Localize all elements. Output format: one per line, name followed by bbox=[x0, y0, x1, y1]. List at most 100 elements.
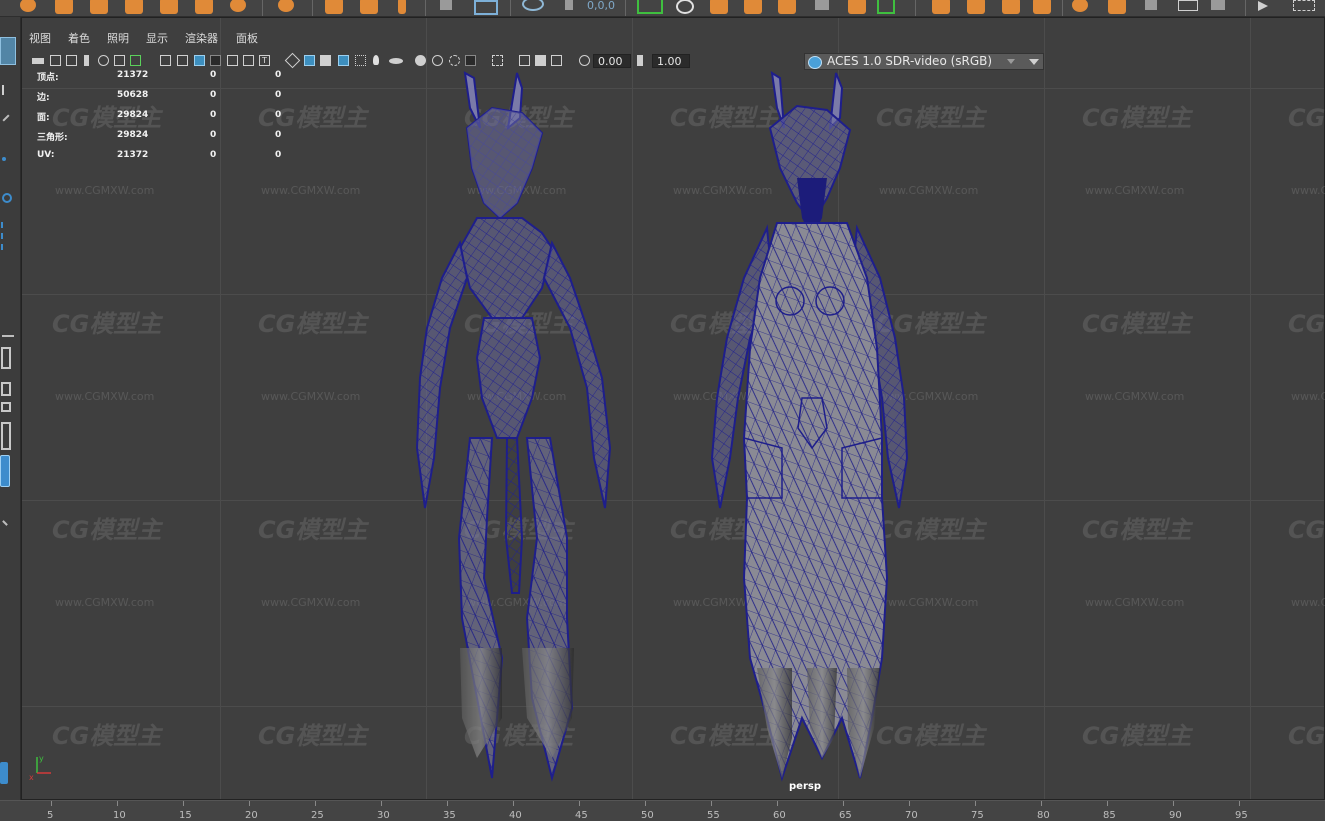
persp-layout-icon[interactable] bbox=[0, 455, 10, 487]
timeline-tick-mark bbox=[117, 801, 118, 806]
torus-icon[interactable] bbox=[160, 0, 178, 14]
timeline-tick-mark bbox=[381, 801, 382, 806]
sphere-icon[interactable] bbox=[20, 0, 36, 12]
axis-x-label: x bbox=[29, 773, 34, 782]
grid-icon[interactable] bbox=[815, 0, 829, 10]
timeline-tick-label: 90 bbox=[1169, 810, 1182, 821]
fill-hole-icon[interactable] bbox=[744, 0, 762, 14]
axis-y-label: y bbox=[39, 754, 44, 763]
bevel-icon[interactable] bbox=[398, 0, 406, 14]
cube-icon[interactable] bbox=[55, 0, 73, 14]
scale-tool-icon[interactable] bbox=[1, 222, 7, 250]
combine-icon[interactable] bbox=[440, 0, 452, 10]
timeline-tick-label: 75 bbox=[971, 810, 984, 821]
arrow-down-icon[interactable] bbox=[1145, 0, 1157, 10]
bridge-icon[interactable] bbox=[360, 0, 378, 14]
timeline-tick-mark bbox=[1173, 801, 1174, 806]
timeline-tick-label: 10 bbox=[113, 810, 126, 821]
timeline-tick-mark bbox=[1239, 801, 1240, 806]
axis-gizmo: y x bbox=[29, 754, 51, 782]
shelf-divider bbox=[510, 0, 511, 16]
shelf-divider bbox=[1245, 0, 1246, 16]
viewport-persp[interactable]: CG模型主CG模型主CG模型主CG模型主CG模型主CG模型主CG模型主CG模型主… bbox=[21, 17, 1325, 800]
curve-icon[interactable] bbox=[1293, 0, 1315, 11]
coords-readout: 0,0,0 bbox=[587, 0, 615, 12]
sphere-subdiv-icon[interactable] bbox=[278, 0, 294, 12]
cylinder-icon[interactable] bbox=[90, 0, 108, 14]
triangulate-icon[interactable] bbox=[778, 0, 796, 14]
time-slider[interactable]: 5 10 15 20 25 30 35 40 45 50 55 60 65 70 75 80 85 90 95 bbox=[0, 800, 1325, 821]
timeline-tick-label: 85 bbox=[1103, 810, 1116, 821]
move-tool-icon[interactable] bbox=[2, 157, 6, 161]
shelf-divider bbox=[1062, 0, 1063, 16]
camera-plane-icon[interactable] bbox=[1178, 0, 1198, 11]
timeline-tick-mark bbox=[1107, 801, 1108, 806]
timeline-tick-label: 25 bbox=[311, 810, 324, 821]
script-editor-icon[interactable] bbox=[0, 762, 8, 784]
timeline-tick-mark bbox=[777, 801, 778, 806]
timeline-tick-label: 70 bbox=[905, 810, 918, 821]
extrude-icon[interactable] bbox=[325, 0, 343, 14]
uv-editor-icon[interactable] bbox=[474, 0, 498, 15]
duplicate-face-icon[interactable] bbox=[1002, 0, 1020, 14]
timeline-tick-mark bbox=[51, 801, 52, 806]
timeline-tick-label: 30 bbox=[377, 810, 390, 821]
multi-cut-icon[interactable] bbox=[637, 0, 663, 14]
paint-select-icon[interactable] bbox=[2, 114, 10, 122]
select-tool-icon[interactable] bbox=[0, 37, 16, 65]
shelf-divider bbox=[425, 0, 426, 16]
shelf-divider bbox=[625, 0, 626, 16]
outliner-layout-icon[interactable] bbox=[1, 422, 11, 450]
timeline-tick-label: 15 bbox=[179, 810, 192, 821]
timeline-tick-label: 55 bbox=[707, 810, 720, 821]
timeline-tick-label: 20 bbox=[245, 810, 258, 821]
shelf-divider bbox=[312, 0, 313, 16]
timeline-tick-mark bbox=[513, 801, 514, 806]
timeline-tick-mark bbox=[447, 801, 448, 806]
timeline-tick-mark bbox=[315, 801, 316, 806]
timeline-tick-mark bbox=[909, 801, 910, 806]
lasso-tool-icon[interactable] bbox=[2, 85, 10, 95]
timeline-tick-label: 50 bbox=[641, 810, 654, 821]
plane-icon[interactable] bbox=[195, 0, 213, 14]
timeline-tick-mark bbox=[645, 801, 646, 806]
two-pane-layout-icon[interactable] bbox=[1, 382, 11, 396]
timeline-tick-mark bbox=[249, 801, 250, 806]
crease-icon[interactable] bbox=[848, 0, 866, 14]
play-icon[interactable] bbox=[1258, 1, 1268, 11]
mirror-icon[interactable] bbox=[676, 0, 694, 14]
timeline-tick-mark bbox=[183, 801, 184, 806]
skeleton-model[interactable] bbox=[415, 71, 612, 782]
robed-model[interactable] bbox=[710, 71, 909, 782]
timeline-tick-mark bbox=[711, 801, 712, 806]
cone-icon[interactable] bbox=[125, 0, 143, 14]
target-weld-icon[interactable] bbox=[522, 0, 544, 11]
append-icon[interactable] bbox=[877, 0, 895, 14]
timeline-tick-mark bbox=[975, 801, 976, 806]
extract-icon[interactable] bbox=[967, 0, 985, 14]
timeline-tick-mark bbox=[843, 801, 844, 806]
disc-icon[interactable] bbox=[230, 0, 246, 12]
timeline-tick-mark bbox=[1041, 801, 1042, 806]
move-tool-icon[interactable] bbox=[565, 0, 573, 10]
model-layer bbox=[415, 71, 909, 782]
timeline-tick-label: 5 bbox=[47, 810, 54, 821]
shelf-divider bbox=[262, 0, 263, 16]
soccer-ball-icon[interactable] bbox=[1072, 0, 1088, 12]
rotate-tool-icon[interactable] bbox=[2, 193, 12, 203]
expand-arrow-icon[interactable] bbox=[2, 520, 8, 526]
grid-lattice-icon[interactable] bbox=[1211, 0, 1225, 10]
camera-label: persp bbox=[789, 781, 821, 792]
boolean-icon[interactable] bbox=[1033, 0, 1051, 14]
timeline-tick-label: 60 bbox=[773, 810, 786, 821]
smooth-icon[interactable] bbox=[710, 0, 728, 14]
timeline-tick-label: 35 bbox=[443, 810, 456, 821]
timeline-tick-label: 95 bbox=[1235, 810, 1248, 821]
shelf-divider bbox=[915, 0, 916, 16]
single-pane-layout-icon[interactable] bbox=[1, 347, 11, 369]
timeline-tick-label: 40 bbox=[509, 810, 522, 821]
split-layout-icon[interactable] bbox=[1, 402, 11, 412]
separate-icon[interactable] bbox=[932, 0, 950, 14]
reduce-icon[interactable] bbox=[1108, 0, 1126, 14]
timeline-tick-label: 65 bbox=[839, 810, 852, 821]
